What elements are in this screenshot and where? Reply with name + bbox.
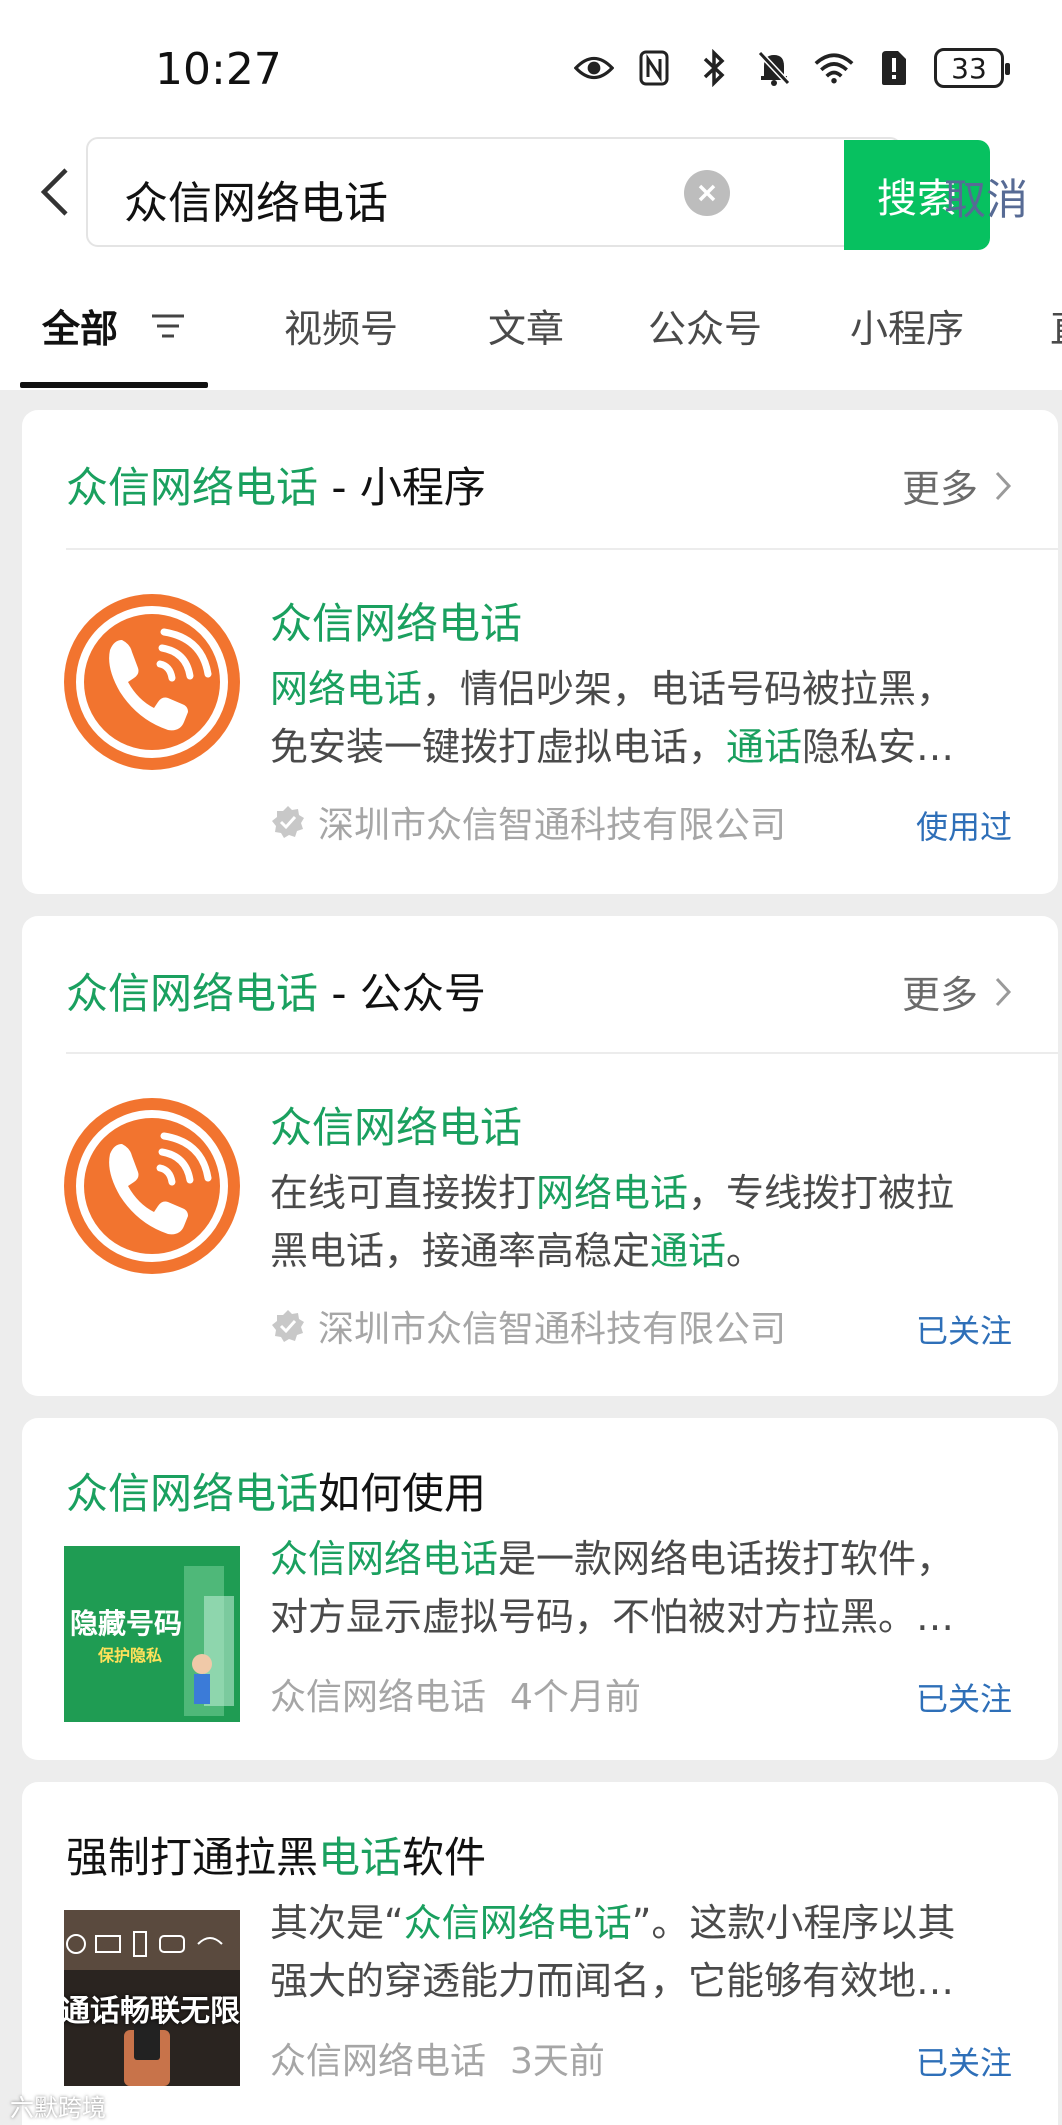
- filter-tabs: 全部 视频号 文章 公众号 小程序 直: [0, 276, 1062, 388]
- tab-articles[interactable]: 文章: [488, 298, 564, 353]
- bluetooth-icon: [694, 48, 734, 88]
- chevron-left-icon: [40, 168, 68, 216]
- thumbnail-headline: 通话畅联无限: [64, 1994, 240, 2029]
- company-name: 深圳市众信智通科技有限公司: [318, 805, 787, 846]
- wifi-icon: [814, 48, 854, 88]
- filter-icon[interactable]: [148, 306, 188, 346]
- status-time: 10:27: [155, 44, 282, 95]
- chevron-right-icon: [995, 471, 1012, 500]
- more-link[interactable]: 更多: [902, 964, 1012, 1019]
- mini-program-card: 众信网络电话 - 小程序 更多 众信网络电话 网络电话，情侣吵架，电话号码被拉黑…: [22, 410, 1058, 894]
- cancel-button[interactable]: 取消: [944, 166, 1028, 227]
- tab-official-accounts[interactable]: 公众号: [648, 298, 762, 353]
- company-name: 深圳市众信智通科技有限公司: [318, 1309, 787, 1350]
- followed-badge[interactable]: 已关注: [916, 2038, 1012, 2084]
- section-title: 众信网络电话 - 小程序: [66, 463, 486, 512]
- followed-badge[interactable]: 已关注: [916, 1306, 1012, 1352]
- article-title[interactable]: 强制打通拉黑电话软件: [66, 1824, 486, 1885]
- article-source[interactable]: 众信网络电话: [270, 1668, 486, 1720]
- article-card[interactable]: 众信网络电话如何使用 隐藏号码 保护隐私 众信网络电话是一款网络电话拨打软件， …: [22, 1418, 1058, 1760]
- article-meta: 众信网络电话 3天前: [270, 2032, 605, 2084]
- tab-mini-programs[interactable]: 小程序: [850, 298, 964, 353]
- mini-program-description: 网络电话，情侣吵架，电话号码被拉黑， 免安装一键拨打虚拟电话，通话隐私安…: [270, 667, 955, 769]
- account-description: 在线可直接拨打网络电话，专线拨打被拉 黑电话，接通率高稳定通话。: [270, 1171, 955, 1273]
- article-source[interactable]: 众信网络电话: [270, 2032, 486, 2084]
- active-tab-indicator: [20, 382, 208, 388]
- thumbnail-headline: 隐藏号码: [70, 1607, 183, 1640]
- divider: [66, 548, 1058, 550]
- verified-icon: [272, 1310, 304, 1342]
- top-bar: 10:27 33 众信网络电话 搜索 取消 全部 视频号 文章 公众号 小程序: [0, 0, 1062, 390]
- article-excerpt: 众信网络电话是一款网络电话拨打软件， 对方显示虚拟号码，不怕被对方拉黑。…: [270, 1537, 955, 1639]
- phone-call-icon: [76, 1110, 228, 1262]
- search-input[interactable]: 众信网络电话: [124, 167, 388, 231]
- tab-channels[interactable]: 视频号: [284, 298, 398, 353]
- followed-badge[interactable]: 已关注: [916, 1674, 1012, 1720]
- more-link[interactable]: 更多: [902, 458, 1012, 513]
- article-excerpt: 其次是“众信网络电话”。这款小程序以其 强大的穿透能力而闻名，它能够有效地…: [270, 1901, 956, 2003]
- back-button[interactable]: [30, 160, 80, 224]
- status-icons: 33: [574, 48, 1010, 88]
- thumbnail-subtitle: 保护隐私: [98, 1646, 163, 1665]
- article-time: 4个月前: [510, 1677, 641, 1718]
- tab-all[interactable]: 全部: [42, 298, 118, 353]
- watermark: 六默跨境: [10, 2094, 106, 2122]
- app-logo[interactable]: [64, 594, 240, 770]
- search-row: 众信网络电话 搜索 取消: [0, 136, 1062, 250]
- battery-indicator: 33: [934, 48, 1010, 88]
- article-card[interactable]: 强制打通拉黑电话软件 通话畅联无限 其次是“众信网络电话”。这款小程序以其 强大…: [22, 1782, 1058, 2125]
- mute-bell-icon: [754, 48, 794, 88]
- nfc-icon: [634, 48, 674, 88]
- chevron-right-icon: [995, 977, 1012, 1006]
- verified-icon: [272, 806, 304, 838]
- eye-icon: [574, 48, 614, 88]
- phone-call-icon: [76, 606, 228, 758]
- tab-partial[interactable]: 直: [1050, 298, 1062, 353]
- account-name[interactable]: 众信网络电话: [270, 1094, 522, 1155]
- article-thumbnail[interactable]: 隐藏号码 保护隐私: [64, 1546, 240, 1722]
- divider: [66, 1052, 1058, 1054]
- used-badge[interactable]: 使用过: [916, 802, 1012, 848]
- official-account-card: 众信网络电话 - 公众号 更多 众信网络电话 在线可直接拨打网络电话，专线拨打被…: [22, 916, 1058, 1396]
- article-thumbnail[interactable]: 通话畅联无限: [64, 1910, 240, 2086]
- sim-alert-icon: [874, 48, 914, 88]
- status-bar: 10:27 33: [0, 0, 1062, 135]
- section-title: 众信网络电话 - 公众号: [66, 969, 486, 1018]
- account-logo[interactable]: [64, 1098, 240, 1274]
- clear-icon[interactable]: [684, 170, 730, 216]
- mini-program-name[interactable]: 众信网络电话: [270, 590, 522, 651]
- article-meta: 众信网络电话 4个月前: [270, 1668, 641, 1720]
- company-info: 深圳市众信智通科技有限公司: [270, 1300, 786, 1352]
- article-time: 3天前: [510, 2041, 605, 2082]
- company-info: 深圳市众信智通科技有限公司: [270, 796, 786, 848]
- search-box[interactable]: 众信网络电话 搜索: [86, 137, 990, 250]
- article-title[interactable]: 众信网络电话如何使用: [66, 1460, 486, 1521]
